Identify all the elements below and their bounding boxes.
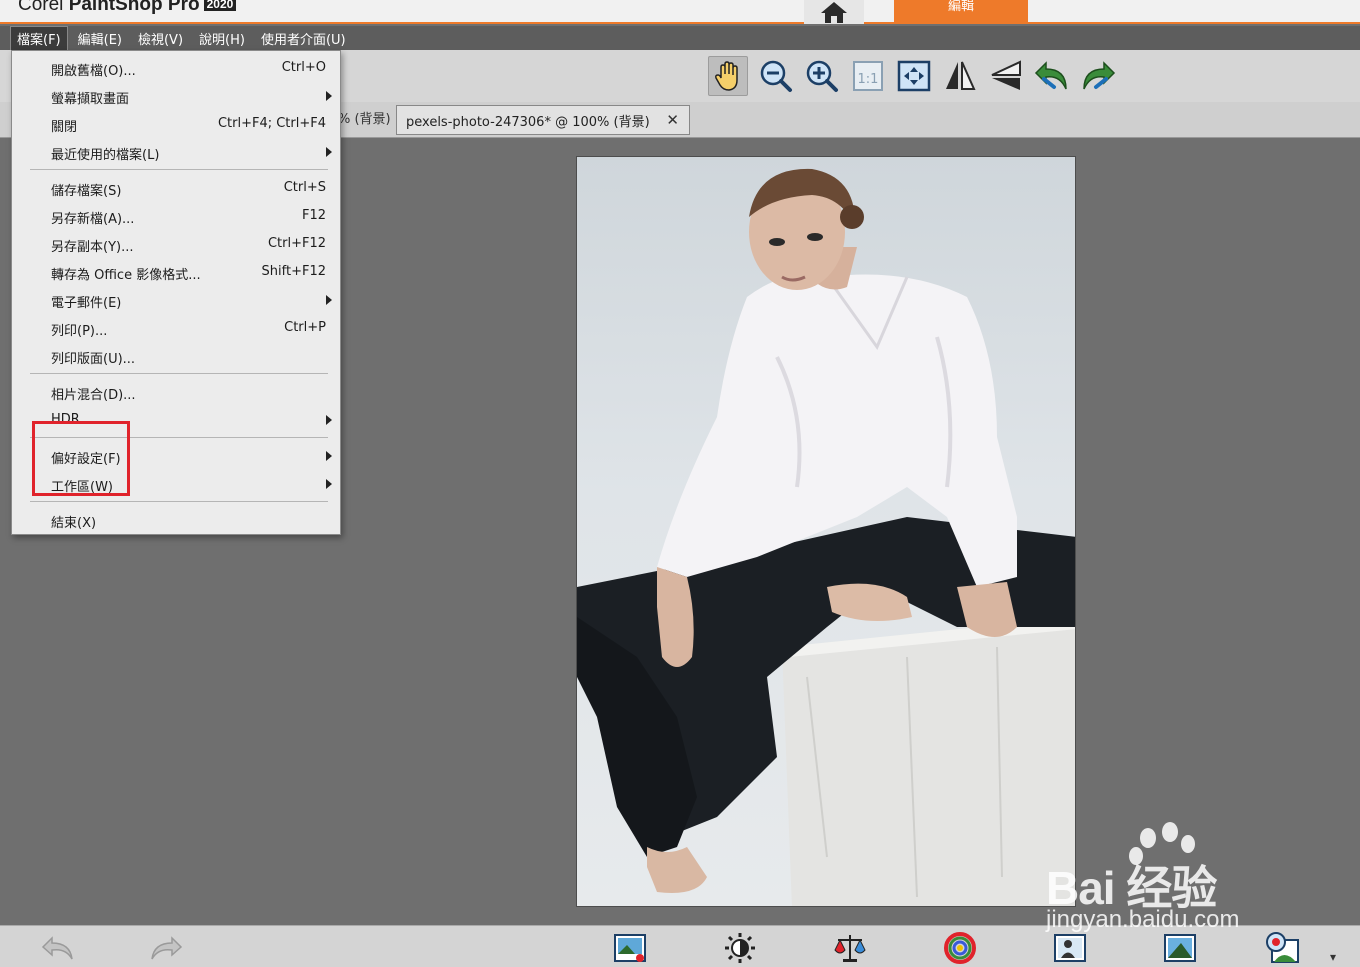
rotate-right-icon (1083, 61, 1116, 90)
redo-button[interactable] (148, 932, 184, 964)
watermark-url: jingyan.baidu.com (1046, 906, 1240, 933)
flip-icon (946, 61, 976, 90)
menu-bar: 檔案(F) 編輯(E) 檢視(V) 說明(H) 使用者介面(U) (0, 25, 1360, 51)
menu-item-print-layout[interactable]: 列印版面(U)... (12, 342, 340, 370)
hue-saturation-icon (944, 932, 976, 964)
actual-size-1to1-icon: 1:1 (853, 61, 883, 91)
menu-item-open[interactable]: 開啟舊檔(O)... Ctrl+O (12, 54, 340, 82)
menu-item-email[interactable]: 電子郵件(E) (12, 286, 340, 314)
redo-icon (151, 936, 183, 960)
menu-separator (30, 373, 328, 374)
zoom-in-icon (806, 60, 838, 92)
app-title: Corel PaintShop Pro 2020 (18, 0, 237, 16)
smart-photo-fix-button[interactable] (612, 932, 648, 964)
menu-item-recent-files[interactable]: 最近使用的檔案(L) (12, 138, 340, 166)
submenu-arrow-icon (326, 295, 332, 305)
rotate-right-button[interactable] (1078, 56, 1118, 96)
menu-file[interactable]: 檔案(F) (10, 25, 68, 51)
submenu-arrow-icon (326, 479, 332, 489)
menu-edit[interactable]: 編輯(E) (72, 27, 128, 50)
menu-item-close[interactable]: 關閉 Ctrl+F4; Ctrl+F4 (12, 110, 340, 138)
photo-image (577, 168, 1075, 906)
menu-item-save-as[interactable]: 另存新檔(A)... F12 (12, 202, 340, 230)
document-tab-active[interactable]: pexels-photo-247306* @ 100% (背景) ✕ (396, 105, 690, 135)
menu-item-save-copy[interactable]: 另存副本(Y)... Ctrl+F12 (12, 230, 340, 258)
document-tab-partial[interactable]: % (背景) (338, 106, 391, 134)
photo-canvas[interactable] (576, 156, 1076, 907)
actual-size-label: 1:1 (858, 72, 879, 87)
close-tab-icon[interactable]: ✕ (666, 111, 679, 129)
home-tab[interactable] (804, 0, 864, 24)
annotation-highlight-box (32, 421, 130, 496)
menu-separator (30, 501, 328, 502)
brightness-button[interactable] (722, 932, 758, 964)
menu-item-photo-blend[interactable]: 相片混合(D)... (12, 378, 340, 406)
fit-to-window-button[interactable] (894, 56, 934, 96)
menu-item-screen-capture[interactable]: 螢幕擷取畫面 (12, 82, 340, 110)
menu-separator (30, 169, 328, 170)
undo-button[interactable] (40, 932, 76, 964)
submenu-arrow-icon (326, 451, 332, 461)
app-title-prefix: Corel (18, 0, 69, 15)
rotate-left-button[interactable] (1032, 56, 1072, 96)
home-icon (821, 2, 847, 23)
pan-hand-icon (715, 61, 738, 91)
app-title-name: PaintShop Pro (68, 0, 200, 15)
zoom-out-button[interactable] (756, 56, 796, 96)
zoom-in-button[interactable] (802, 56, 842, 96)
color-balance-icon (834, 935, 866, 962)
fit-to-window-icon (897, 60, 931, 92)
app-year-badge: 2020 (203, 0, 237, 11)
actual-size-button[interactable]: 1:1 (848, 56, 888, 96)
brightness-icon (725, 933, 755, 963)
color-balance-button[interactable] (832, 932, 868, 964)
zoom-out-icon (760, 60, 792, 92)
menu-item-export-office[interactable]: 轉存為 Office 影像格式... Shift+F12 (12, 258, 340, 286)
menu-view[interactable]: 檢視(V) (132, 27, 189, 50)
submenu-arrow-icon (326, 91, 332, 101)
baidu-watermark: Bai 经验 jingyan.baidu.com (1046, 822, 1296, 942)
menu-item-print[interactable]: 列印(P)... Ctrl+P (12, 314, 340, 342)
document-tab-title: pexels-photo-247306* @ 100% (背景) (406, 114, 650, 130)
submenu-arrow-icon (326, 147, 332, 157)
more-chevron-icon[interactable]: ▾ (1330, 950, 1336, 964)
flip-button[interactable] (940, 56, 980, 96)
smart-photo-fix-icon (614, 934, 646, 962)
mirror-button[interactable] (986, 56, 1026, 96)
menu-help[interactable]: 說明(H) (193, 27, 251, 50)
menu-item-exit[interactable]: 結束(X) (12, 506, 340, 534)
menu-user-interface[interactable]: 使用者介面(U) (255, 27, 352, 50)
pan-tool-button[interactable] (708, 56, 748, 96)
mirror-icon (991, 60, 1021, 90)
hue-saturation-button[interactable] (942, 932, 978, 964)
title-bar: Corel PaintShop Pro 2020 編輯 (0, 0, 1360, 24)
submenu-arrow-icon (326, 415, 332, 425)
menu-item-save[interactable]: 儲存檔案(S) Ctrl+S (12, 174, 340, 202)
rotate-left-icon (1034, 61, 1067, 90)
tab-edit-workspace[interactable]: 編輯 (894, 0, 1028, 24)
undo-icon (41, 936, 73, 960)
